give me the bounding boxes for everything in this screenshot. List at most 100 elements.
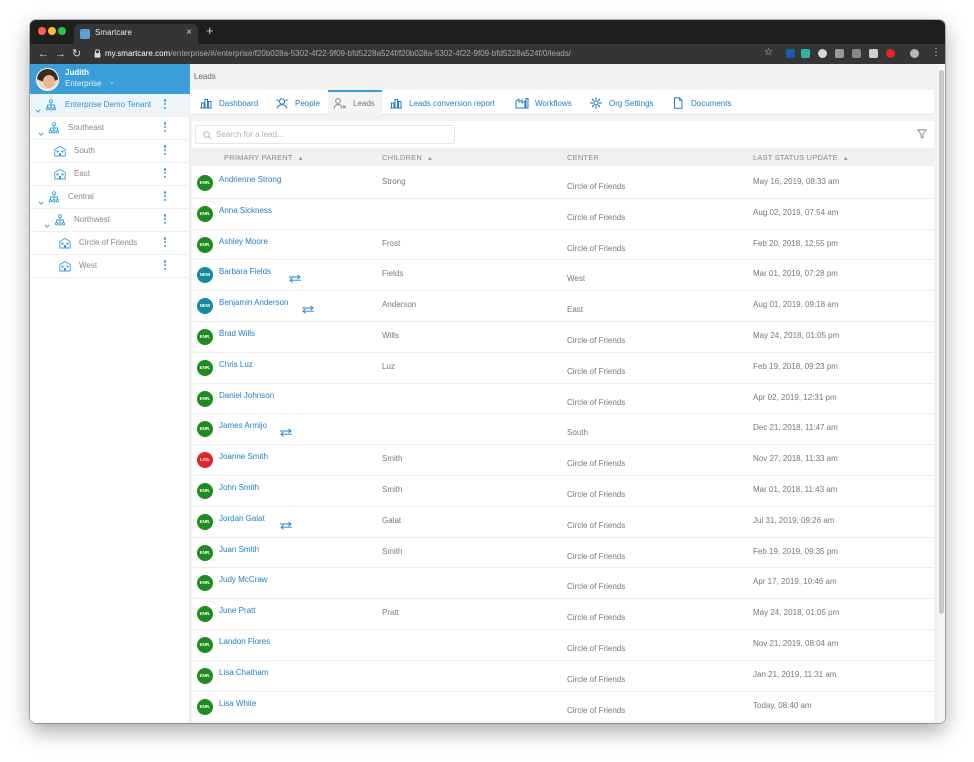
scrollbar-thumb[interactable] (939, 70, 944, 614)
transfer-arrows-icon[interactable] (301, 301, 315, 314)
profile-avatar-icon[interactable] (910, 49, 919, 58)
more-vertical-icon[interactable] (163, 237, 167, 249)
table-row[interactable]: ENR. John Smith Smith Circle of Friends Mar … (192, 476, 934, 507)
lead-name-link[interactable]: Brad Wills (219, 329, 255, 338)
tab-close-icon[interactable]: × (186, 27, 192, 39)
filter-icon[interactable] (917, 129, 927, 139)
table-row[interactable]: ENR. Juan Smith Smith Circle of Friends Feb … (192, 538, 934, 569)
reload-icon[interactable]: ↻ (72, 46, 81, 62)
more-vertical-icon[interactable] (163, 191, 167, 203)
transfer-arrows-icon[interactable] (288, 270, 302, 284)
tree-item-west[interactable]: West (30, 255, 190, 278)
more-vertical-icon[interactable] (163, 122, 167, 134)
more-vertical-icon[interactable] (163, 145, 167, 157)
lead-name-link[interactable]: Anna Sickness (219, 206, 272, 215)
tree-item-east[interactable]: East (30, 163, 190, 186)
column-header-primary-parent[interactable]: PRIMARY PARENT ▲ (224, 153, 304, 162)
table-row[interactable]: LOS. Joanne Smith Smith Circle of Friends No… (192, 445, 934, 476)
tab-org-settings[interactable]: Org Settings (584, 90, 660, 115)
address-bar[interactable]: my.smartcare.com/enterprise/#/enterprise… (92, 46, 782, 62)
table-row[interactable]: ENR. Chris Luz Luz Circle of Friends Feb 19,… (192, 353, 934, 384)
extension-icon[interactable] (886, 49, 895, 58)
tree-item-central[interactable]: Central (30, 186, 190, 209)
lead-name-link[interactable]: Lisa White (219, 699, 256, 708)
extension-icon[interactable] (801, 49, 810, 58)
browser-tab-smartcare[interactable]: Smartcare × (74, 24, 198, 44)
url-text[interactable]: my.smartcare.com/enterprise/#/enterprise… (105, 49, 571, 58)
more-vertical-icon[interactable] (163, 99, 167, 111)
tab-workflows[interactable]: Workflows (510, 90, 576, 115)
forward-arrow-icon[interactable]: → (55, 46, 66, 62)
lead-name-link[interactable]: Lisa Chatham (219, 668, 268, 677)
lead-name-link[interactable]: Ashley Moore (219, 237, 268, 246)
table-row[interactable]: ENR. Daniel Johnson Circle of Friends Apr 0… (192, 384, 934, 415)
close-window-button[interactable] (38, 27, 46, 35)
bookmark-star-icon[interactable]: ☆ (764, 46, 773, 60)
lead-name-link[interactable]: Benjamin Anderson (219, 298, 288, 307)
minimize-window-button[interactable] (48, 27, 56, 35)
more-vertical-icon[interactable] (163, 214, 167, 226)
lead-name-link[interactable]: Andrienne Strong (219, 175, 281, 184)
table-row[interactable]: ENR. Landon Flores Circle of Friends Nov 21… (192, 630, 934, 661)
new-tab-button[interactable]: + (206, 23, 214, 39)
lead-name-link[interactable]: Juan Smith (219, 545, 259, 554)
extension-icon[interactable] (852, 49, 861, 58)
search-box[interactable] (195, 125, 455, 144)
table-row[interactable]: ENR. Andrienne Strong Strong Circle of Frie… (192, 168, 934, 199)
chevron-down-icon[interactable]: ⌄ (109, 78, 115, 86)
extension-icon[interactable] (786, 49, 795, 58)
transfer-arrows-icon[interactable] (279, 424, 293, 438)
extension-icon[interactable] (869, 49, 878, 58)
tree-item-circle-of-friends[interactable]: Circle of Friends (30, 232, 190, 255)
table-row[interactable]: NEW Barbara Fields Fields West Mar 01, 2019,… (192, 260, 934, 292)
tab-documents[interactable]: Documents (666, 90, 740, 115)
page-scrollbar[interactable] (938, 64, 945, 723)
zoom-window-button[interactable] (58, 27, 66, 35)
lead-name-link[interactable]: Jordan Galat (219, 514, 265, 523)
column-header-last-status-update[interactable]: LAST STATUS UPDATE ▲ (753, 153, 849, 162)
search-input[interactable] (216, 128, 446, 141)
table-row[interactable]: ENR. June Pratt Pratt Circle of Friends May … (192, 599, 934, 630)
table-row[interactable]: NEW Benjamin Anderson Anderson East Aug 01, … (192, 291, 934, 322)
user-header[interactable]: Judith Enterprise ⌄ (30, 64, 190, 94)
table-row[interactable]: ENR. Brad Wills Wills Circle of Friends May … (192, 322, 934, 353)
tab-leads-conversion-report[interactable]: Leads conversion report (384, 90, 508, 115)
chevron-down-icon[interactable] (38, 193, 44, 205)
tree-item-southeast[interactable]: Southeast (30, 117, 190, 140)
table-row[interactable]: ENR. Lisa White Circle of Friends Today, 08… (192, 692, 934, 723)
more-vertical-icon[interactable] (163, 168, 167, 180)
chevron-down-icon[interactable] (38, 124, 44, 136)
table-row[interactable]: ENR. Lisa Chatham Circle of Friends Jan 21,… (192, 661, 934, 692)
table-row[interactable]: ENR. Judy McCraw Circle of Friends Apr 17, … (192, 568, 934, 600)
back-arrow-icon[interactable]: ← (38, 46, 49, 62)
lead-name-link[interactable]: Barbara Fields (219, 267, 271, 276)
tree-item-northwest[interactable]: Northwest (30, 209, 190, 232)
more-vertical-icon[interactable] (163, 260, 167, 272)
browser-menu-icon[interactable]: ⋮ (931, 46, 941, 60)
tab-leads[interactable]: Leads (328, 90, 382, 115)
lead-name-link[interactable]: Joanne Smith (219, 452, 268, 461)
table-row[interactable]: ENR. James Armijo South Dec 21, 2018, 11:47… (192, 414, 934, 446)
table-row[interactable]: ENR. Jordan Galat Galat Circle of Friends Ju… (192, 507, 934, 538)
avatar-face (43, 75, 55, 88)
column-header-center[interactable]: CENTER (567, 153, 599, 162)
lead-name-link[interactable]: Judy McCraw (219, 575, 267, 584)
tab-people[interactable]: People (270, 90, 328, 115)
extension-icon[interactable] (818, 49, 827, 58)
lead-name-link[interactable]: Chris Luz (219, 360, 253, 369)
lead-name-link[interactable]: June Pratt (219, 606, 255, 615)
table-row[interactable]: ENR. Anna Sickness Circle of Friends Aug 02… (192, 199, 934, 230)
table-row[interactable]: ENR. Ashley Moore Frost Circle of Friends Fe… (192, 230, 934, 261)
chevron-down-icon[interactable] (35, 101, 41, 113)
tab-dashboard[interactable]: Dashboard (194, 90, 282, 115)
tree-item-south[interactable]: South (30, 140, 190, 163)
lead-name-link[interactable]: Landon Flores (219, 637, 270, 646)
tree-item-enterprise-demo-tenant[interactable]: Enterprise Demo Tenant (30, 94, 190, 117)
extension-icon[interactable] (835, 49, 844, 58)
column-header-children[interactable]: CHILDREN ▲ (382, 153, 433, 162)
lead-name-link[interactable]: John Smith (219, 483, 259, 492)
transfer-arrows-icon[interactable] (279, 517, 293, 530)
lead-name-link[interactable]: Daniel Johnson (219, 391, 274, 400)
lead-name-link[interactable]: James Armijo (219, 421, 267, 430)
chevron-down-icon[interactable] (44, 216, 50, 228)
